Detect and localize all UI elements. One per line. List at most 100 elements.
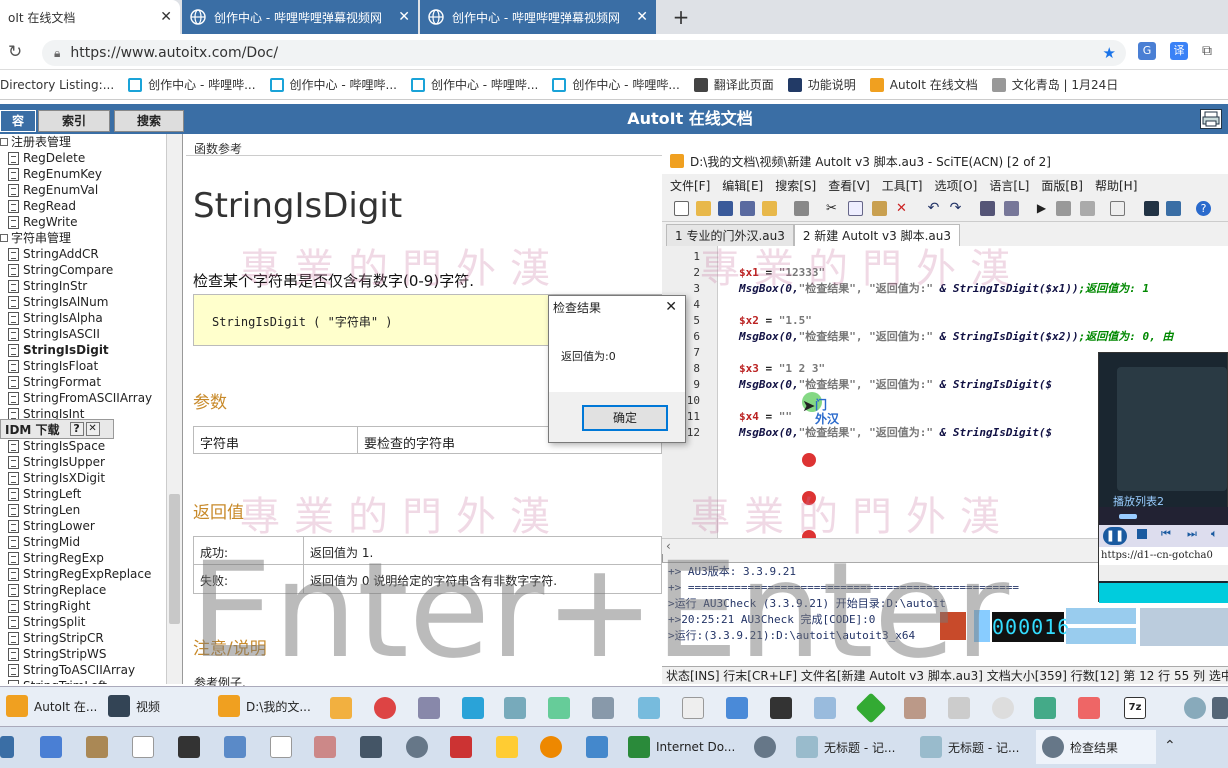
idm-download-bar[interactable]: IDM 下载 ? ✕ <box>0 419 114 439</box>
tree-item[interactable]: StringInStr <box>0 278 182 294</box>
save-icon[interactable] <box>718 201 733 216</box>
tree-item[interactable]: StringRight <box>0 598 182 614</box>
document-icon[interactable] <box>132 736 154 758</box>
dialog-close-icon[interactable]: ✕ <box>665 299 677 315</box>
tree-item[interactable]: StringLeft <box>0 486 182 502</box>
tree-item[interactable]: StringIsAlNum <box>0 294 182 310</box>
taskbar-item[interactable]: 无标题 - 记... <box>790 730 908 764</box>
taskbar-item-active[interactable]: 检查结果 <box>1036 730 1156 764</box>
bookmark-item[interactable]: 创作中心 - 哔哩哔... <box>269 76 397 93</box>
new-file-icon[interactable] <box>674 201 689 216</box>
taskbar-item[interactable]: 无标题 - 记... <box>914 730 1032 764</box>
copy-icon[interactable] <box>848 201 863 216</box>
progress-bar[interactable] <box>1099 507 1228 525</box>
menu-view[interactable]: 查看[V] <box>828 177 870 194</box>
idm-help-button[interactable]: ? <box>69 422 84 436</box>
globe-icon[interactable] <box>1034 697 1056 719</box>
open-folder-icon[interactable] <box>696 201 711 216</box>
tree-item[interactable]: StringCompare <box>0 262 182 278</box>
app-icon[interactable] <box>314 736 336 758</box>
menu-language[interactable]: 语言[L] <box>989 177 1029 194</box>
app-icon[interactable] <box>638 697 660 719</box>
window-icon[interactable] <box>726 697 748 719</box>
tree-item[interactable]: StringIsUpper <box>0 454 182 470</box>
tree-item[interactable]: StringIsXDigit <box>0 470 182 486</box>
tree-item[interactable]: StringLower <box>0 518 182 534</box>
tree-item[interactable]: StringIsSpace <box>0 438 182 454</box>
tree-item[interactable]: StringFormat <box>0 374 182 390</box>
build-icon[interactable] <box>1056 201 1071 216</box>
menu-options[interactable]: 选项[O] <box>935 177 978 194</box>
tree-item[interactable]: StringLen <box>0 502 182 518</box>
extensions-icon[interactable]: ⧉ <box>1202 42 1222 60</box>
tree-item[interactable]: StringFromASCIIArray <box>0 390 182 406</box>
close-tab-icon[interactable]: ✕ <box>160 9 172 25</box>
browser-tab-2[interactable]: 创作中心 - 哔哩哔哩弹幕视频网 ✕ <box>182 0 418 34</box>
tree-item[interactable]: StringIsASCII <box>0 326 182 342</box>
menu-tools[interactable]: 工具[T] <box>882 177 923 194</box>
bookmark-item[interactable]: 创作中心 - 哔哩哔... <box>552 76 680 93</box>
volume-icon[interactable]: 🔈︎ <box>1211 527 1218 541</box>
app-icon[interactable] <box>592 697 614 719</box>
player-scrollbar[interactable] <box>1099 565 1228 581</box>
folder-icon[interactable] <box>762 201 777 216</box>
tree-group[interactable]: 注册表管理 <box>0 134 182 150</box>
bookmark-item[interactable]: AutoIt 在线文档 <box>869 76 978 93</box>
tree-item[interactable]: RegEnumKey <box>0 166 182 182</box>
app-icon[interactable] <box>1184 697 1206 719</box>
document-icon[interactable] <box>270 736 292 758</box>
taskbar-item[interactable]: Internet Do... <box>622 730 752 764</box>
browser-tab-3[interactable]: 创作中心 - 哔哩哔哩弹幕视频网 ✕ <box>420 0 656 34</box>
new-tab-button[interactable]: + <box>670 4 692 30</box>
stop-icon[interactable] <box>1137 529 1147 539</box>
menu-edit[interactable]: 编辑[E] <box>722 177 763 194</box>
atom-icon[interactable] <box>418 697 440 719</box>
app-icon[interactable] <box>948 697 970 719</box>
tree-item[interactable]: StringTrimLeft <box>0 678 182 684</box>
bookmark-item[interactable]: 创作中心 - 哔哩哔... <box>128 76 256 93</box>
tree-item[interactable]: StringReplace <box>0 582 182 598</box>
close-tab-icon[interactable]: ✕ <box>636 9 648 25</box>
prev-icon[interactable]: ⏮ <box>1161 527 1171 541</box>
7zip-icon[interactable]: 7z <box>1124 697 1146 719</box>
tree-item[interactable]: StringRegExp <box>0 550 182 566</box>
package-icon[interactable] <box>904 697 926 719</box>
bookmark-item[interactable]: 创作中心 - 哔哩哔... <box>410 76 538 93</box>
pause-icon[interactable]: ❚❚ <box>1103 527 1127 545</box>
network-icon[interactable] <box>548 697 570 719</box>
next-icon[interactable]: ⏭ <box>1187 527 1197 541</box>
replace-icon[interactable] <box>1004 201 1019 216</box>
ok-button[interactable]: 确定 <box>582 405 668 431</box>
undo-icon[interactable]: ↶ <box>926 201 941 216</box>
app-icon[interactable] <box>450 736 472 758</box>
print-icon[interactable] <box>1200 109 1222 129</box>
tray-chevron-icon[interactable]: ⌃ <box>1164 738 1176 754</box>
bookmark-item[interactable]: 功能说明 <box>787 76 856 93</box>
record-icon[interactable] <box>374 697 396 719</box>
taskbar-item[interactable]: AutoIt 在... <box>0 689 98 723</box>
menu-help[interactable]: 帮助[H] <box>1095 177 1137 194</box>
browser-tab-active[interactable]: oIt 在线文档 ✕ <box>0 0 180 34</box>
translate-ext-icon[interactable]: 译 <box>1170 42 1188 60</box>
bookmark-item[interactable]: 翻译此页面 <box>693 76 774 93</box>
tree-item[interactable]: StringSplit <box>0 614 182 630</box>
print-icon[interactable] <box>794 201 809 216</box>
tree-item[interactable]: RegWrite <box>0 214 182 230</box>
app-icon[interactable] <box>586 736 608 758</box>
tree-item[interactable]: StringStripWS <box>0 646 182 662</box>
tree-item[interactable]: RegDelete <box>0 150 182 166</box>
save-all-icon[interactable] <box>740 201 755 216</box>
bookmark-star-icon[interactable]: ★ <box>1103 44 1116 62</box>
app-icon[interactable] <box>496 736 518 758</box>
delete-icon[interactable]: ✕ <box>894 201 909 216</box>
tree-item[interactable]: StringRegExpReplace <box>0 566 182 582</box>
calendar-icon[interactable] <box>178 736 200 758</box>
tree-item[interactable]: StringIsFloat <box>0 358 182 374</box>
autoit-icon[interactable] <box>406 736 428 758</box>
tab-search[interactable]: 搜索 <box>114 110 184 132</box>
tree-item[interactable]: StringAddCR <box>0 246 182 262</box>
tree-item[interactable]: RegRead <box>0 198 182 214</box>
search-app-icon[interactable] <box>992 697 1014 719</box>
bookmark-item[interactable]: 文化青岛 | 1月24日 <box>991 76 1118 93</box>
film-icon[interactable] <box>360 736 382 758</box>
